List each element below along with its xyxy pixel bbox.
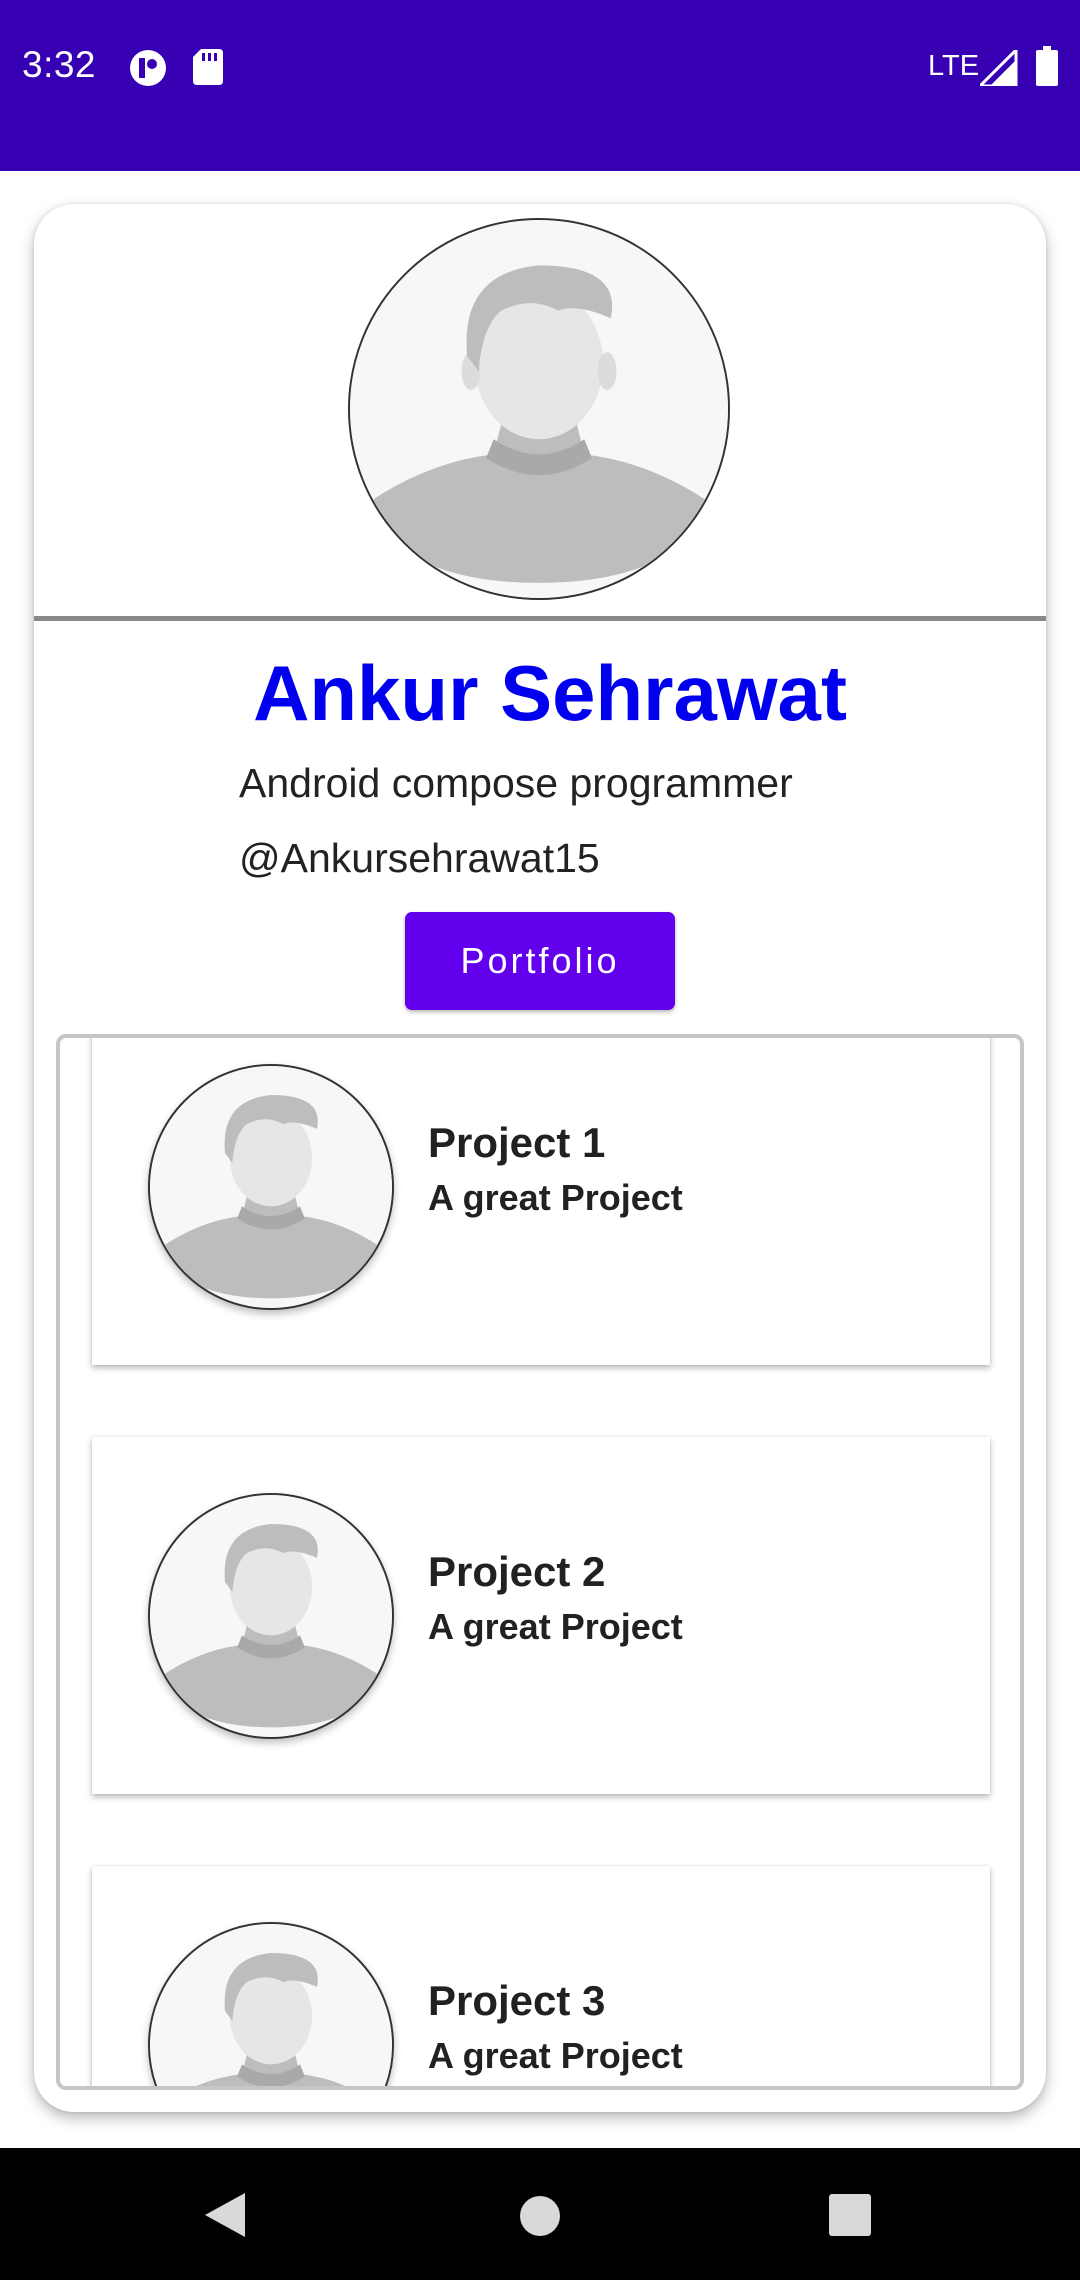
project-title: Project 1 <box>428 1119 606 1166</box>
navigation-bar <box>0 2148 1080 2280</box>
project-card[interactable]: Project 1 A great Project <box>92 1038 990 1365</box>
back-icon[interactable] <box>200 2190 250 2240</box>
signal-icon <box>980 50 1018 86</box>
project-avatar <box>148 1493 394 1739</box>
project-avatar <box>148 1922 394 2086</box>
battery-icon <box>1036 46 1058 86</box>
profile-card: Ankur Sehrawat Android compose programme… <box>34 204 1046 2112</box>
project-subtitle: A great Project <box>428 2035 683 2076</box>
sd-card-icon <box>193 49 223 85</box>
project-title: Project 2 <box>428 1548 606 1595</box>
project-subtitle: A great Project <box>428 1177 683 1218</box>
person-placeholder-icon <box>150 1924 392 2086</box>
profile-avatar <box>348 218 730 600</box>
profile-handle: @Ankursehrawat15 <box>239 835 600 881</box>
projects-list[interactable]: Project 1 A great Project Project 2 A gr… <box>56 1034 1024 2090</box>
project-avatar <box>148 1064 394 1310</box>
project-title: Project 3 <box>428 1977 606 2024</box>
person-placeholder-icon <box>150 1495 392 1737</box>
status-bar: 3:32 LTE <box>0 0 1080 171</box>
profile-role: Android compose programmer <box>239 760 793 806</box>
person-placeholder-icon <box>350 220 728 598</box>
portfolio-button[interactable]: Portfolio <box>405 912 675 1010</box>
project-card[interactable]: Project 3 A great Project <box>92 1866 990 2086</box>
home-icon[interactable] <box>518 2194 562 2238</box>
status-time: 3:32 <box>22 44 97 85</box>
project-card[interactable]: Project 2 A great Project <box>92 1437 990 1794</box>
divider <box>34 616 1046 621</box>
network-type: LTE <box>928 50 980 82</box>
person-placeholder-icon <box>150 1066 392 1308</box>
project-subtitle: A great Project <box>428 1606 683 1647</box>
profile-name: Ankur Sehrawat <box>253 649 847 737</box>
recents-icon[interactable] <box>829 2194 871 2236</box>
notification-app-icon <box>128 48 168 88</box>
